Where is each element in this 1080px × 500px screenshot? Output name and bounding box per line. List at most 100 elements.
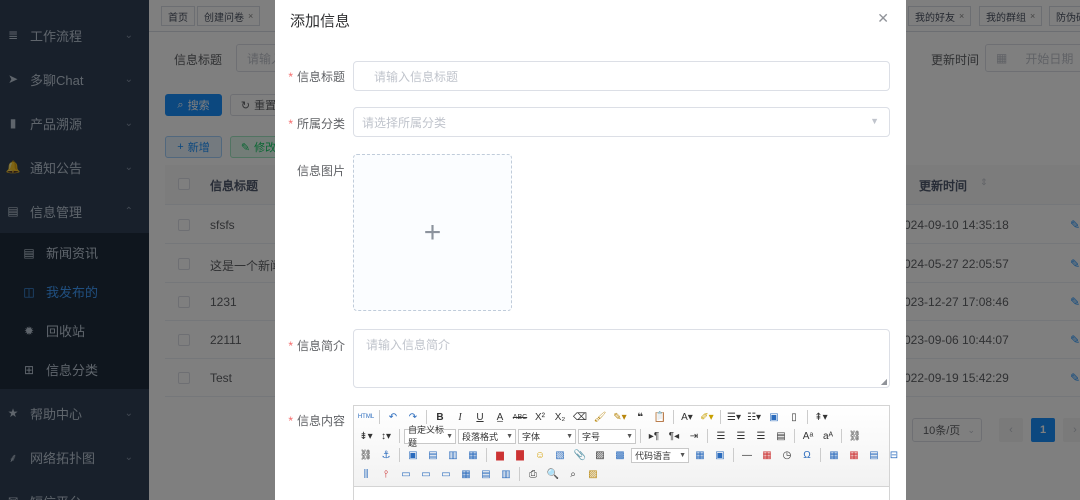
unlink-icon[interactable]: ⛓ (357, 447, 375, 463)
italic-icon[interactable]: I (451, 409, 469, 425)
blockquote-icon[interactable]: ❝ (631, 409, 649, 425)
format-match-icon[interactable]: 🖌 (591, 409, 609, 425)
rtl-icon[interactable]: ¶◂ (665, 428, 683, 444)
add-info-dialog: 添加信息 ✕ * 信息标题 请输入信息标题 * 所属分类 请选择所属分类 ▼ 信息图片… (275, 0, 906, 500)
insert-table-icon[interactable]: ▦ (825, 447, 843, 463)
image-uploader[interactable]: + (353, 154, 512, 311)
category-select[interactable]: 请选择所属分类 ▼ (353, 107, 890, 137)
separator (720, 410, 721, 424)
align-justify-icon[interactable]: ▤ (772, 428, 790, 444)
paragraph-format-select[interactable]: 段落格式 ▼ (458, 428, 516, 444)
row-spacing-bottom-icon[interactable]: ⇟▾ (357, 428, 375, 444)
ltr-icon[interactable]: ▸¶ (645, 428, 663, 444)
font-color-icon[interactable]: A▾ (678, 409, 696, 425)
toolbar-row: ⇟▾ ↕▾ 自定义标题 ▼ 段落格式 ▼ 字体 ▼ 字号 ▼ ▸¶ ¶◂ ⇥ ☰ ☰ ☰… (357, 425, 864, 448)
image-center-icon[interactable]: ▦ (464, 447, 482, 463)
combo-label: 字号 (582, 431, 601, 442)
undo-icon[interactable]: ↶ (384, 409, 402, 425)
font-family-select[interactable]: 字体 ▼ (518, 428, 576, 444)
label-text: 信息内容 (296, 414, 345, 428)
indent-icon[interactable]: ⇥ (685, 428, 703, 444)
plus-icon: + (423, 215, 442, 249)
separator (807, 410, 808, 424)
combo-label: 段落格式 (462, 431, 499, 442)
select-all-icon[interactable]: ▣ (765, 409, 783, 425)
combo-label: 代码语言 (635, 450, 672, 461)
image-right-icon[interactable]: ▥ (444, 447, 462, 463)
paste-plain-icon[interactable]: 📋 (651, 409, 669, 425)
image-left-icon[interactable]: ▤ (424, 447, 442, 463)
title-input[interactable]: 请输入信息标题 (353, 61, 890, 91)
field-label-content: * 信息内容 (275, 412, 345, 429)
row-spacing-top-icon[interactable]: ⇞▾ (812, 409, 830, 425)
font-size-select[interactable]: 字号 ▼ (578, 428, 636, 444)
unordered-list-icon[interactable]: ☷▾ (745, 409, 763, 425)
underline-icon[interactable]: U (471, 409, 489, 425)
image-none-icon[interactable]: ▣ (404, 447, 422, 463)
line-height-icon[interactable]: ↕▾ (377, 428, 395, 444)
to-lowercase-icon[interactable]: aᴬ (819, 428, 837, 444)
combo-label: 字体 (522, 431, 541, 442)
strikethrough-icon[interactable]: ABC (511, 409, 529, 425)
align-left-icon[interactable]: ☰ (712, 428, 730, 444)
summary-textarea[interactable]: 请输入信息简介 ◢ (353, 329, 890, 388)
align-center-icon[interactable]: ☰ (732, 428, 750, 444)
insert-image-icon[interactable]: ▆ (491, 447, 509, 463)
align-right-icon[interactable]: ☰ (752, 428, 770, 444)
subscript-icon[interactable]: X₂ (551, 409, 569, 425)
html-source-icon[interactable]: HTML (357, 409, 375, 425)
emotion-icon[interactable]: ☺ (531, 447, 549, 463)
scrawl-icon[interactable]: ▧ (551, 447, 569, 463)
time-icon[interactable]: ◷ (778, 447, 796, 463)
preview-icon[interactable]: 🔍 (544, 466, 562, 482)
font-border-icon[interactable]: A̲ (491, 409, 509, 425)
to-uppercase-icon[interactable]: Aᵃ (799, 428, 817, 444)
date-icon[interactable]: ▦ (758, 447, 776, 463)
insert-col-icon[interactable]: ⫼ (357, 466, 375, 482)
template-icon[interactable]: ▦ (691, 447, 709, 463)
superscript-icon[interactable]: X² (531, 409, 549, 425)
search-replace-icon[interactable]: ⌕ (564, 466, 582, 482)
background-color-icon[interactable]: ✐▾ (698, 409, 716, 425)
attachment-icon[interactable]: 📎 (571, 447, 589, 463)
print-icon[interactable]: ⎙ (524, 466, 542, 482)
special-chars-icon[interactable]: Ω (798, 447, 816, 463)
eraser-icon[interactable]: ⌫ (571, 409, 589, 425)
background-icon[interactable]: ▣ (711, 447, 729, 463)
drafts-icon[interactable]: ▨ (584, 466, 602, 482)
delete-table-icon[interactable]: ▦ (845, 447, 863, 463)
merge-right-icon[interactable]: ▭ (417, 466, 435, 482)
separator (841, 429, 842, 443)
horizontal-rule-icon[interactable]: — (738, 447, 756, 463)
custom-title-select[interactable]: 自定义标题 ▼ (404, 425, 456, 448)
anchor-icon[interactable]: ⚓ (377, 447, 395, 463)
resize-handle-icon[interactable]: ◢ (881, 377, 887, 386)
delete-row-icon[interactable]: ⊣ (905, 447, 906, 463)
delete-col-icon[interactable]: ⫯ (377, 466, 395, 482)
label-text: 信息简介 (296, 339, 345, 353)
insert-row-icon[interactable]: ⊟ (885, 447, 903, 463)
split-to-rows-icon[interactable]: ▤ (477, 466, 495, 482)
separator (486, 448, 487, 462)
label-text: 所属分类 (296, 117, 345, 131)
required-mark: * (288, 117, 293, 131)
merge-down-icon[interactable]: ▭ (437, 466, 455, 482)
link-icon[interactable]: ⛓ (846, 428, 864, 444)
placeholder: 请输入信息简介 (366, 338, 451, 352)
separator (426, 410, 427, 424)
close-icon[interactable]: ✕ (877, 10, 889, 27)
ordered-list-icon[interactable]: ☰▾ (725, 409, 743, 425)
split-to-cols-icon[interactable]: ▥ (497, 466, 515, 482)
separator (733, 448, 734, 462)
auto-type-icon[interactable]: ✎▾ (611, 409, 629, 425)
multi-image-icon[interactable]: ▇ (511, 447, 529, 463)
clear-doc-icon[interactable]: ▯ (785, 409, 803, 425)
merge-cells-icon[interactable]: ▭ (397, 466, 415, 482)
caret-down-icon: ▼ (679, 451, 686, 459)
insert-frame-icon[interactable]: ▩ (611, 447, 629, 463)
insert-paragraph-before-table-icon[interactable]: ▤ (865, 447, 883, 463)
required-mark: * (288, 414, 293, 428)
split-to-cells-icon[interactable]: ▦ (457, 466, 475, 482)
map-icon[interactable]: ▨ (591, 447, 609, 463)
code-language-select[interactable]: 代码语言 ▼ (631, 447, 689, 463)
